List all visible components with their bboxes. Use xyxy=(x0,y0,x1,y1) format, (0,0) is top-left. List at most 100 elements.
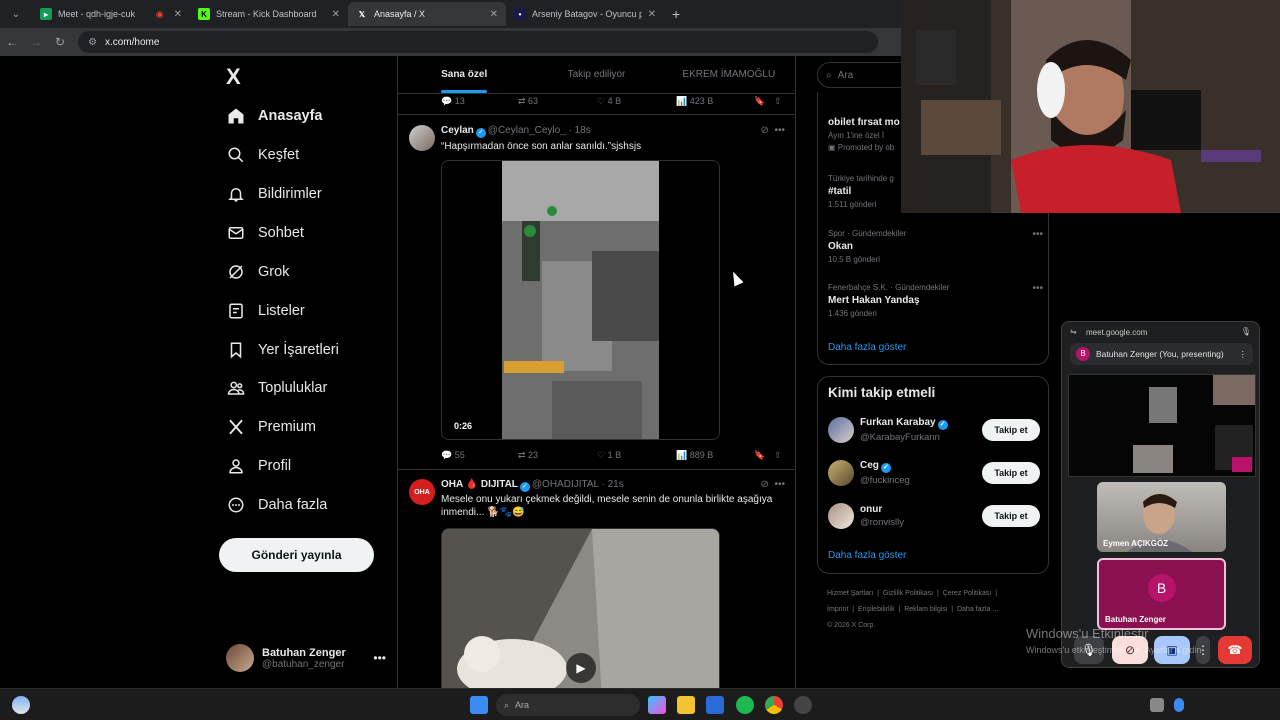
follow-suggestion[interactable]: Ceg ✓ @fuckinceg Takip et xyxy=(828,458,1040,488)
footer-link[interactable]: Gizlilik Politikası xyxy=(883,590,933,597)
avatar[interactable] xyxy=(828,417,854,443)
sidebar-item-grok[interactable]: Grok xyxy=(226,260,289,284)
sidebar-item-profile[interactable]: Profil xyxy=(226,454,291,478)
show-more-suggestions-link[interactable]: Daha fazla göster xyxy=(828,550,906,561)
footer-link[interactable]: Erişilebilirlik xyxy=(858,606,895,613)
share-icon[interactable]: ⇧ xyxy=(774,96,782,107)
follow-suggestion[interactable]: Furkan Karabay ✓ @KarabayFurkann Takip et xyxy=(828,415,1040,445)
account-switcher[interactable]: Batuhan Zenger @batuhan_zenger ••• xyxy=(226,642,386,674)
more-icon[interactable]: ••• xyxy=(1032,283,1043,294)
grok-icon[interactable]: ⊘ xyxy=(761,479,769,490)
author-handle[interactable]: @Ceylan_Ceylo_ xyxy=(488,125,566,136)
author-name[interactable]: OHA 🩸 DIJITAL xyxy=(441,479,518,490)
tab-list-imamoglu[interactable]: EKREM İMAMOĞLU xyxy=(663,56,795,93)
reply-button[interactable]: 💬 13 xyxy=(441,96,465,107)
forward-icon[interactable]: → xyxy=(24,35,48,49)
back-icon[interactable]: ← xyxy=(0,35,24,49)
tweet-video[interactable]: 0:26 xyxy=(441,160,720,440)
search-icon: ⌕ xyxy=(504,699,510,710)
follow-suggestion[interactable]: onur @ronvislly Takip et xyxy=(828,501,1040,531)
sidebar-item-lists[interactable]: Listeler xyxy=(226,299,305,323)
close-icon[interactable]: ✕ xyxy=(490,9,498,20)
author-handle[interactable]: @OHADIJITAL xyxy=(532,479,599,490)
tweet-time[interactable]: · 18s xyxy=(569,125,591,136)
more-icon[interactable]: ••• xyxy=(774,125,785,136)
microphone-icon[interactable] xyxy=(1174,698,1184,712)
taskbar-search[interactable]: ⌕ Ara xyxy=(496,694,640,716)
tab-player-profile[interactable]: • Arseniy Batagov - Oyuncu profi ✕ xyxy=(506,2,664,26)
avatar[interactable] xyxy=(409,125,435,151)
trend-item[interactable]: Fenerbahçe S.K. · Gündemdekiler Mert Hak… xyxy=(828,283,1043,318)
bookmark-icon[interactable]: 🔖 xyxy=(754,96,765,107)
avatar[interactable]: OHA xyxy=(409,479,435,505)
views-button[interactable]: 📊 889 B xyxy=(676,450,713,461)
more-icon[interactable]: ••• xyxy=(373,651,386,665)
tray-icon[interactable] xyxy=(1150,698,1164,712)
reload-icon[interactable]: ↻ xyxy=(48,35,72,49)
more-vert-icon[interactable]: ⋮ xyxy=(1239,349,1248,360)
sidebar-item-bookmarks[interactable]: Yer İşaretleri xyxy=(226,338,339,362)
footer-link[interactable]: Daha fazla ... xyxy=(957,606,998,613)
tab-search-button[interactable]: ⌄ xyxy=(4,4,28,24)
show-more-trends-link[interactable]: Daha fazla göster xyxy=(828,342,906,353)
spotify-icon[interactable] xyxy=(736,696,754,714)
x-logo-icon[interactable]: X xyxy=(226,64,241,90)
copilot-icon[interactable] xyxy=(648,696,666,714)
tab-following[interactable]: Takip ediliyor xyxy=(530,56,662,93)
more-icon[interactable]: ••• xyxy=(1032,229,1043,240)
avatar[interactable] xyxy=(828,503,854,529)
sidebar-item-premium[interactable]: Premium xyxy=(226,415,316,439)
participant-tile[interactable]: Eymen AÇIKGÖZ xyxy=(1097,482,1226,552)
footer-link[interactable]: Hizmet Şartları xyxy=(827,590,873,597)
avatar[interactable] xyxy=(828,460,854,486)
footer-link[interactable]: Çerez Politikası xyxy=(943,590,992,597)
store-icon[interactable] xyxy=(706,696,724,714)
chrome-icon[interactable] xyxy=(765,696,783,714)
close-icon[interactable]: ✕ xyxy=(648,9,656,20)
bookmark-icon[interactable]: 🔖 xyxy=(754,450,765,461)
close-icon[interactable]: ✕ xyxy=(332,9,340,20)
repost-button[interactable]: ⇄ 63 xyxy=(518,96,538,107)
grok-icon[interactable]: ⊘ xyxy=(761,125,769,136)
file-explorer-icon[interactable] xyxy=(677,696,695,714)
tweet[interactable]: OHA OHA 🩸 DIJITAL ✓ @OHADIJITAL · 21s ⊘ ••… xyxy=(398,471,795,688)
like-button[interactable]: ♡ 4 B xyxy=(597,96,621,107)
footer-link[interactable]: Reklam bilgisi xyxy=(904,606,947,613)
sidebar-item-explore[interactable]: Keşfet xyxy=(226,143,299,167)
end-call-button[interactable]: ☎ xyxy=(1218,636,1252,664)
new-tab-button[interactable]: + xyxy=(672,6,680,22)
trend-item[interactable]: Spor · Gündemdekiler Okan 10,5 B gönderi… xyxy=(828,229,1043,264)
repost-button[interactable]: ⇄ 23 xyxy=(518,450,538,461)
weather-icon[interactable] xyxy=(12,696,30,714)
url-input[interactable]: ⚙ x.com/home xyxy=(78,31,878,53)
close-icon[interactable]: ✕ xyxy=(174,9,182,20)
sidebar-item-communities[interactable]: Topluluklar xyxy=(226,376,327,400)
sidebar-item-chat[interactable]: Sohbet xyxy=(226,221,304,245)
sidebar-item-more[interactable]: Daha fazla xyxy=(226,493,327,517)
more-icon[interactable]: ••• xyxy=(774,479,785,490)
obs-icon[interactable] xyxy=(794,696,812,714)
author-name[interactable]: Ceylan xyxy=(441,125,474,136)
sidebar-item-home[interactable]: Anasayfa xyxy=(226,104,322,128)
follow-button[interactable]: Takip et xyxy=(982,505,1040,527)
tweet[interactable]: Ceylan ✓ @Ceylan_Ceylo_ · 18s ⊘ ••• “Hapşı… xyxy=(398,115,795,470)
like-button[interactable]: ♡ 1 B xyxy=(597,450,621,461)
views-button[interactable]: 📊 423 B xyxy=(676,96,713,107)
tab-for-you[interactable]: Sana özel xyxy=(398,56,530,93)
participant-tile-self[interactable]: B Batuhan Zenger xyxy=(1097,558,1226,630)
play-icon[interactable]: ▶ xyxy=(566,653,596,683)
tweet-video[interactable]: ▶ xyxy=(441,528,720,688)
footer-link[interactable]: İmprint xyxy=(827,606,848,613)
tweet-time[interactable]: · 21s xyxy=(602,479,624,490)
follow-button[interactable]: Takip et xyxy=(982,419,1040,441)
tab-meet[interactable]: ▸ Meet - qdh-igje-cuk ◉ ✕ xyxy=(32,2,190,26)
follow-button[interactable]: Takip et xyxy=(982,462,1040,484)
site-info-icon[interactable]: ⚙ xyxy=(88,37,97,48)
tab-kick[interactable]: K Stream - Kick Dashboard ✕ xyxy=(190,2,348,26)
sidebar-item-notifications[interactable]: Bildirimler xyxy=(226,182,322,206)
share-icon[interactable]: ⇧ xyxy=(774,450,782,461)
post-button[interactable]: Gönderi yayınla xyxy=(219,538,374,572)
tab-x-home[interactable]: 𝕏 Anasayfa / X ✕ xyxy=(348,2,506,26)
windows-start-icon[interactable] xyxy=(470,696,488,714)
reply-button[interactable]: 💬 55 xyxy=(441,450,465,461)
